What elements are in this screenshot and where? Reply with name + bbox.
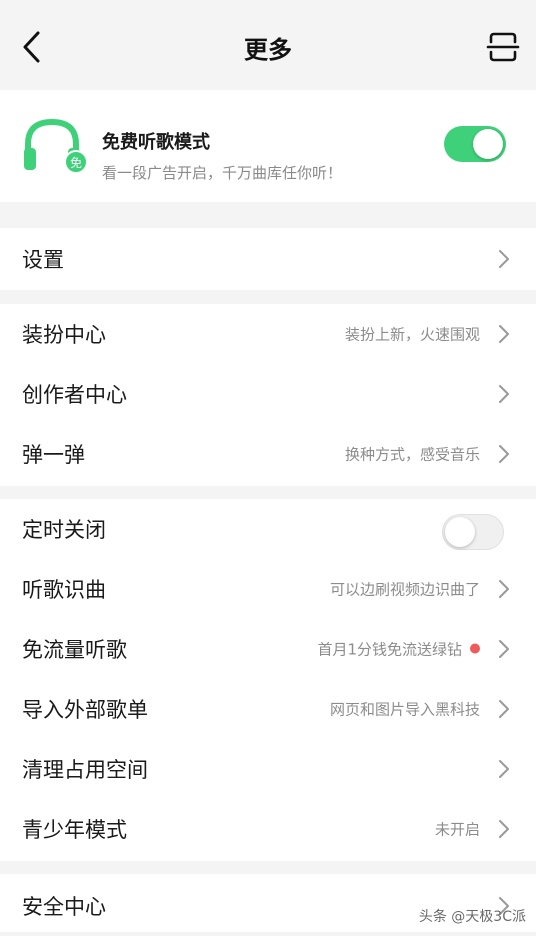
watermark: 头条 @天极3C派 [419, 906, 526, 926]
sleep-timer-toggle[interactable] [442, 514, 504, 550]
row-label: 安全中心 [22, 891, 106, 921]
row-label: 定时关闭 [22, 514, 106, 544]
row-value: 未开启 [435, 819, 480, 840]
chevron-right-icon [498, 249, 510, 269]
settings-section: 设置 [0, 228, 536, 290]
sleep-timer-row: 定时关闭 [0, 499, 536, 559]
row-value: 装扮上新，火速围观 [345, 324, 480, 345]
chevron-right-icon [498, 639, 510, 659]
row-value: 网页和图片导入黑科技 [330, 699, 480, 720]
import-playlist-row[interactable]: 导入外部歌单 网页和图片导入黑科技 [0, 679, 536, 739]
scan-icon[interactable] [486, 30, 520, 64]
chevron-right-icon [498, 324, 510, 344]
row-label: 清理占用空间 [22, 754, 148, 784]
toggle-knob [445, 517, 475, 547]
chevron-right-icon [498, 759, 510, 779]
chevron-right-icon [498, 579, 510, 599]
row-label: 青少年模式 [22, 814, 127, 844]
teen-mode-row[interactable]: 青少年模式 未开启 [0, 799, 536, 859]
row-label: 设置 [22, 244, 64, 274]
chevron-right-icon [498, 384, 510, 404]
headphones-icon: 免 [22, 116, 88, 176]
row-value-with-dot: 首月1分钱免流送绿钻 [317, 639, 480, 660]
free-mode-card: 免 免费听歌模式 看一段广告开启，千万曲库任你听！ [0, 90, 536, 202]
toggle-knob [473, 129, 503, 159]
tools-section: 定时关闭 听歌识曲 可以边刷视频边识曲了 免流量听歌 首月1分钱免流送绿钻 导入… [0, 499, 536, 861]
row-label: 弹一弹 [22, 439, 85, 469]
creative-section: 装扮中心 装扮上新，火速围观 创作者中心 弹一弹 换种方式，感受音乐 [0, 304, 536, 486]
page-title: 更多 [0, 30, 536, 65]
free-mode-toggle[interactable] [444, 126, 506, 162]
dress-up-center-row[interactable]: 装扮中心 装扮上新，火速围观 [0, 304, 536, 364]
free-mode-title: 免费听歌模式 [102, 128, 210, 154]
settings-row[interactable]: 设置 [0, 229, 536, 289]
clear-storage-row[interactable]: 清理占用空间 [0, 739, 536, 799]
data-free-listening-row[interactable]: 免流量听歌 首月1分钱免流送绿钻 [0, 619, 536, 679]
header-bar: 更多 [0, 0, 536, 78]
row-value: 首月1分钱免流送绿钻 [317, 641, 462, 659]
flick-row[interactable]: 弹一弹 换种方式，感受音乐 [0, 424, 536, 484]
chevron-right-icon [498, 444, 510, 464]
chevron-right-icon [498, 699, 510, 719]
row-label: 导入外部歌单 [22, 694, 148, 724]
row-label: 装扮中心 [22, 319, 106, 349]
row-label: 听歌识曲 [22, 574, 106, 604]
creator-center-row[interactable]: 创作者中心 [0, 364, 536, 424]
free-mode-subtitle: 看一段广告开启，千万曲库任你听！ [102, 162, 342, 183]
free-badge: 免 [70, 155, 82, 170]
chevron-right-icon [498, 819, 510, 839]
song-recognition-row[interactable]: 听歌识曲 可以边刷视频边识曲了 [0, 559, 536, 619]
row-value: 换种方式，感受音乐 [345, 444, 480, 465]
row-label: 免流量听歌 [22, 634, 127, 664]
row-label: 创作者中心 [22, 379, 127, 409]
row-value: 可以边刷视频边识曲了 [330, 579, 480, 600]
notification-dot [470, 643, 480, 653]
